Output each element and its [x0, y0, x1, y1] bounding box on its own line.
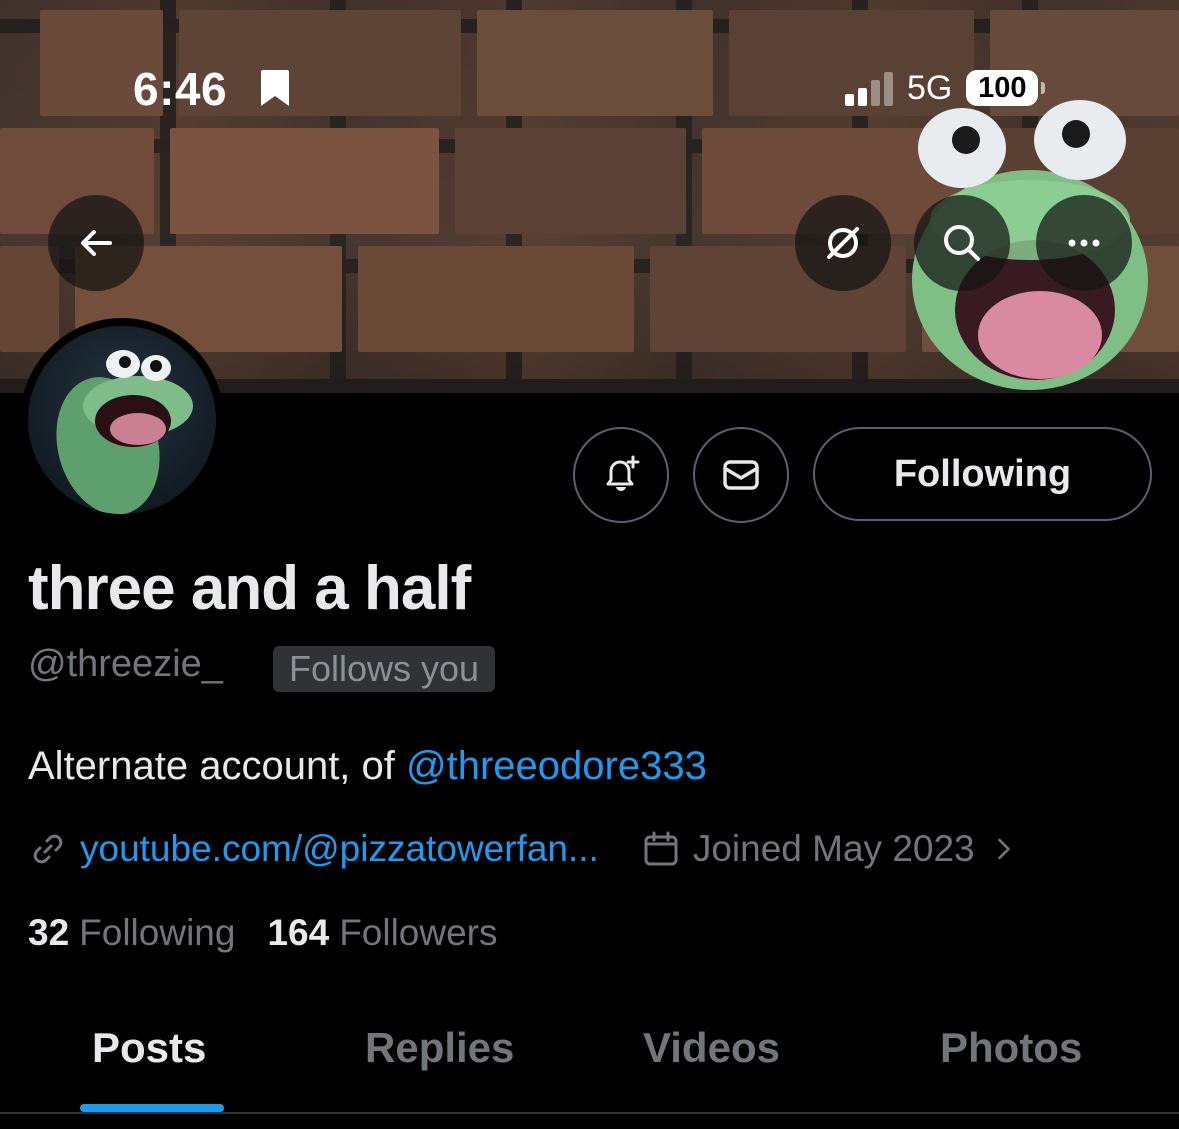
display-name: three and a half: [28, 554, 471, 623]
more-button[interactable]: [1036, 195, 1132, 291]
link-icon: [33, 834, 63, 864]
joined-date: Joined May 2023: [692, 828, 975, 869]
status-indicators: 5G 100: [845, 66, 1046, 110]
bio-mention-link[interactable]: @threeodore333: [406, 744, 707, 788]
avatar-frog-image: [56, 350, 193, 514]
active-tab-indicator: [80, 1104, 224, 1112]
more-horizontal-icon: [1068, 239, 1100, 247]
following-count-link[interactable]: 32 Following: [28, 912, 235, 954]
arrow-left-icon: [81, 230, 112, 256]
status-time: 6:46: [133, 63, 228, 115]
followers-count-link[interactable]: 164 Followers: [267, 912, 497, 954]
bookmark-icon: [261, 70, 289, 106]
tab-videos[interactable]: Videos: [643, 1024, 780, 1072]
bell-plus-icon: [606, 455, 640, 492]
handle: @threezie_: [28, 643, 223, 685]
envelope-icon: [723, 460, 759, 490]
follows-you-badge: Follows you: [273, 646, 496, 692]
bio-text: Alternate account, of: [28, 744, 407, 788]
network-label: 5G: [907, 68, 953, 107]
tab-posts[interactable]: Posts: [92, 1024, 206, 1072]
message-button[interactable]: [693, 427, 789, 523]
bio: Alternate account, of @threeodore333: [28, 744, 707, 789]
signal-icon: [845, 70, 893, 106]
battery-icon: 100: [966, 70, 1046, 106]
search-button[interactable]: [914, 195, 1010, 291]
battery-level: 100: [978, 71, 1027, 104]
following-count: 32: [28, 912, 70, 953]
website-link[interactable]: youtube.com/@pizzatowerfan...: [80, 828, 599, 870]
followers-label: Followers: [339, 912, 498, 953]
tab-photos[interactable]: Photos: [940, 1024, 1082, 1072]
profile-meta: youtube.com/@pizzatowerfan... Joined May…: [28, 828, 1019, 870]
calendar-icon: [644, 831, 678, 866]
following-label: Following: [79, 912, 236, 953]
profile-tabs: Posts Replies Videos Photos: [0, 1010, 1179, 1114]
back-button[interactable]: [48, 195, 144, 291]
slashed-circle-icon: [827, 227, 859, 259]
grok-button[interactable]: [795, 195, 891, 291]
search-icon: [944, 225, 980, 261]
avatar[interactable]: [20, 318, 224, 522]
follow-counts: 32 Following 164 Followers: [28, 912, 530, 954]
chevron-right-icon[interactable]: [989, 834, 1019, 864]
notify-button[interactable]: [573, 427, 669, 523]
followers-count: 164: [267, 912, 330, 953]
tabs-divider: [0, 1112, 1179, 1114]
following-button[interactable]: Following: [813, 427, 1152, 521]
tab-replies[interactable]: Replies: [365, 1024, 514, 1072]
